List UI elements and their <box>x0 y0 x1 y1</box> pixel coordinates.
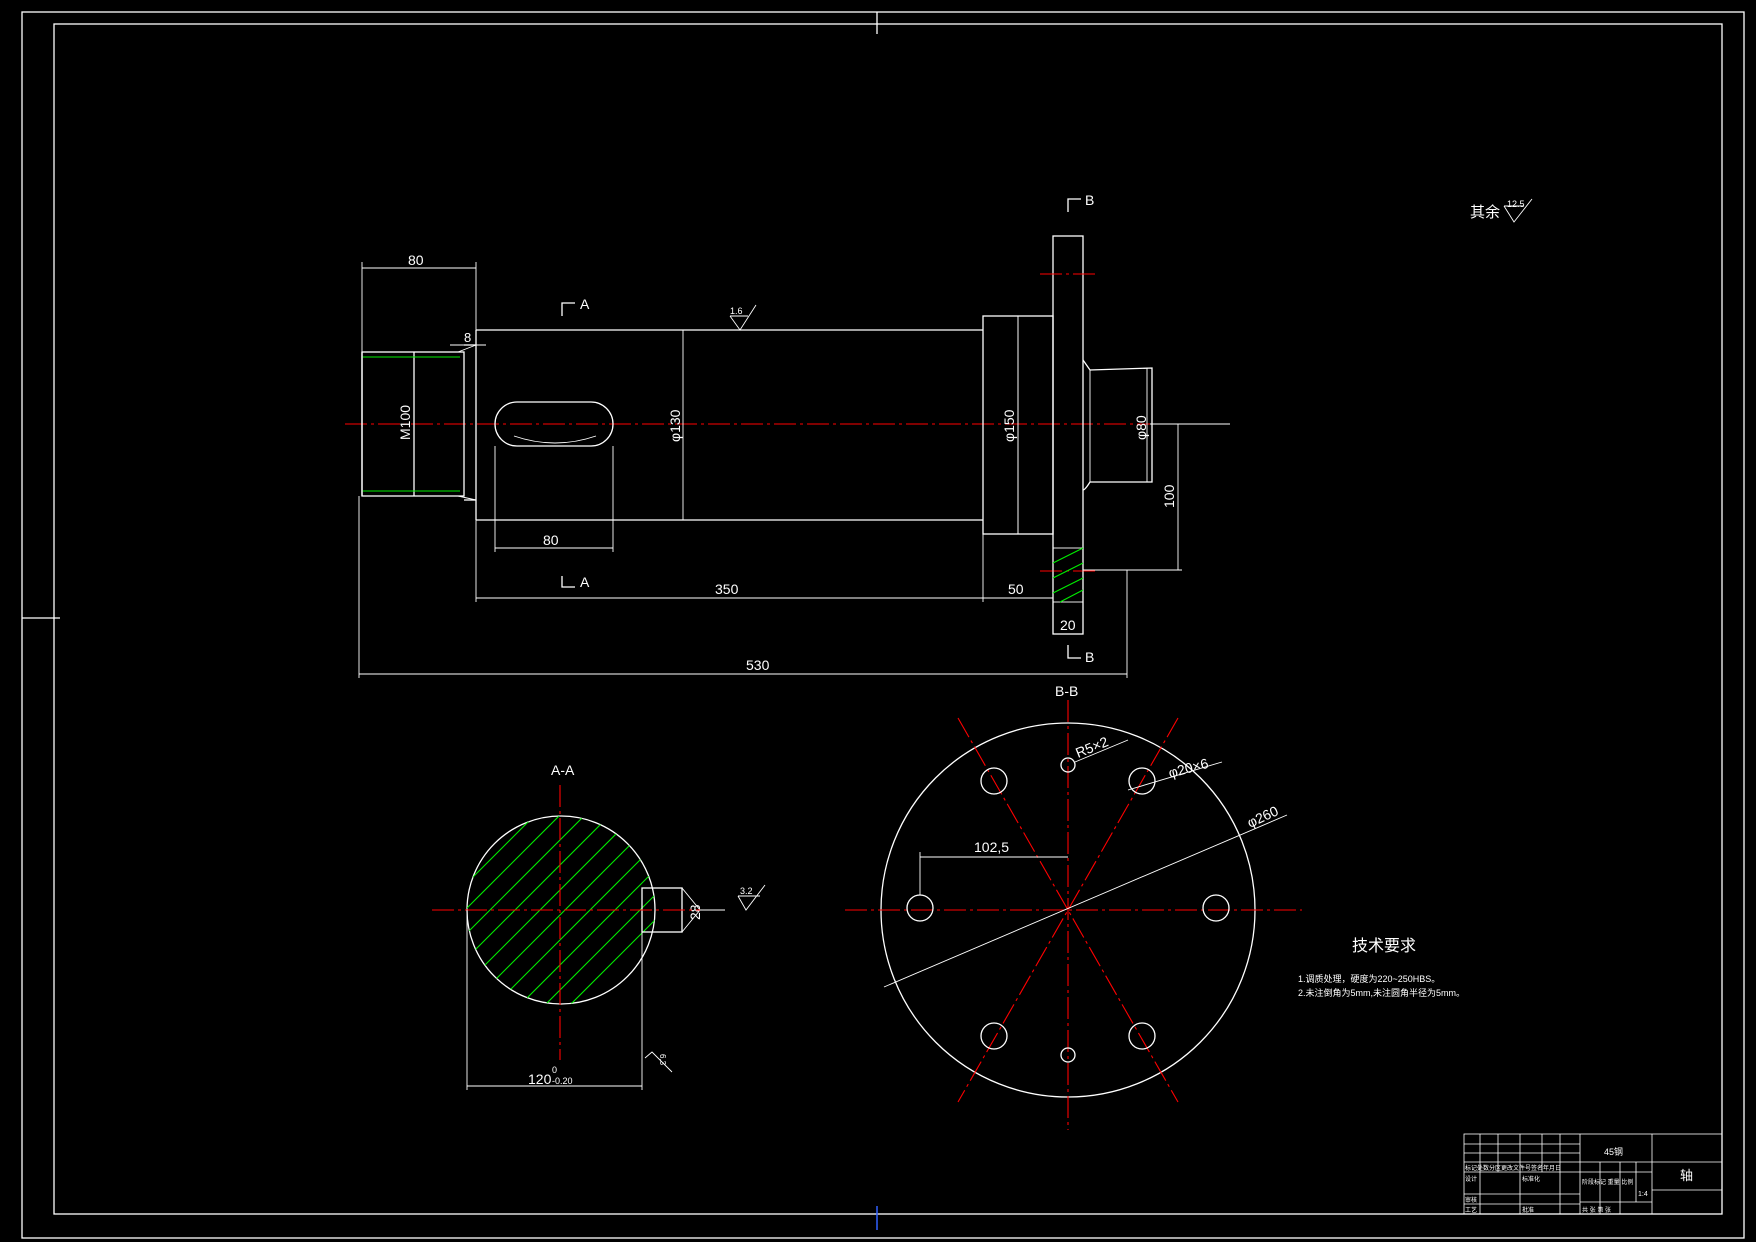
label-phi20x6: φ20×6 <box>1167 755 1211 781</box>
section-bb: B-B R5×2 φ20×6 φ260 102,5 <box>845 683 1302 1130</box>
section-aa-title: A-A <box>551 762 575 778</box>
approve-label: 批准 <box>1522 1206 1534 1214</box>
roughness-1-6-label: 1.6 <box>730 306 743 316</box>
outer-border <box>21 11 1745 1239</box>
bolt-hole <box>1128 1022 1156 1050</box>
inner-frame <box>53 23 1723 1215</box>
dim-chamfer: 8 <box>464 330 471 345</box>
dim-120-tol-lower: -0.20 <box>552 1076 573 1086</box>
section-a-top-label: A <box>580 296 590 312</box>
cad-drawing: 其余 12.5 A A B B 1.6 80 8 M100 80 φ130 φ1… <box>21 11 1745 1239</box>
roughness-6-3-label: 6.3 <box>658 1054 667 1066</box>
section-b-bottom-label: B <box>1085 649 1094 665</box>
section-b-top-label: B <box>1085 192 1094 208</box>
roughness-3-2-label: 3.2 <box>740 886 753 896</box>
dim-120: 120 <box>528 1071 552 1087</box>
dim-120-tol-upper: 0 <box>552 1065 557 1075</box>
stage-labels: 阶段标记 重量 比例 <box>1582 1178 1633 1186</box>
dim-keyway-length: 80 <box>543 532 559 548</box>
sheet-label: 共 张 第 张 <box>1582 1206 1611 1214</box>
section-a-bottom-label: A <box>580 574 590 590</box>
dim-flange-thickness: 20 <box>1060 617 1076 633</box>
surface-note: 其余 12.5 <box>1470 198 1533 223</box>
dim-length-50: 50 <box>1008 581 1024 597</box>
tech-req-item-1: 1.调质处理，硬度为220~250HBS。 <box>1298 973 1440 984</box>
section-bb-title: B-B <box>1055 683 1078 699</box>
dim-102-5: 102,5 <box>974 839 1009 855</box>
dim-thread-length: 80 <box>408 252 424 268</box>
header-row-label: 标记处数分区更改文件号签名年月日 <box>1465 1164 1561 1172</box>
tech-req-item-2: 2.未注倒角为5mm,未注圆角半径为5mm。 <box>1298 987 1465 998</box>
label-phi260: φ260 <box>1245 802 1281 830</box>
dim-offset-100: 100 <box>1161 484 1177 508</box>
tech-requirements: 技术要求 1.调质处理，硬度为220~250HBS。 2.未注倒角为5mm,未注… <box>1298 937 1465 998</box>
title-block: 45钢 轴 1:4 标记处数分区更改文件号签名年月日 设计 标准化 审核 工艺 … <box>1463 1133 1723 1215</box>
scale-label: 1:4 <box>1638 1191 1648 1198</box>
dim-total-530: 530 <box>746 657 770 673</box>
dim-key-28: 28 <box>687 904 703 920</box>
dim-thread: M100 <box>397 405 413 440</box>
tech-req-title: 技术要求 <box>1352 937 1416 955</box>
standard-label: 标准化 <box>1522 1175 1540 1183</box>
part-name-label: 轴 <box>1680 1168 1693 1183</box>
surface-note-value: 12.5 <box>1507 199 1525 209</box>
material-label: 45钢 <box>1604 1146 1623 1157</box>
front-view: A A B B 1.6 80 8 M100 80 φ130 φ150 φ80 1… <box>345 192 1230 678</box>
surface-note-text: 其余 <box>1470 203 1500 221</box>
bolt-hole <box>1202 894 1230 922</box>
flange-disc <box>1052 235 1084 635</box>
bolt-hole <box>980 1022 1008 1050</box>
dim-dia-130: φ130 <box>667 409 683 442</box>
checker-label: 审核 <box>1465 1196 1477 1204</box>
dim-dia-150: φ150 <box>1001 409 1017 442</box>
dim-dia-80: φ80 <box>1133 415 1149 440</box>
shaft-section-circle <box>466 815 656 1005</box>
section-aa: A-A 3.2 28 120 0 -0.20 6.3 <box>432 762 766 1090</box>
bolt-hole <box>906 894 934 922</box>
dim-length-350: 350 <box>715 581 739 597</box>
process-label: 工艺 <box>1465 1206 1477 1214</box>
label-r5x2: R5×2 <box>1073 733 1111 761</box>
designer-label: 设计 <box>1465 1175 1477 1183</box>
